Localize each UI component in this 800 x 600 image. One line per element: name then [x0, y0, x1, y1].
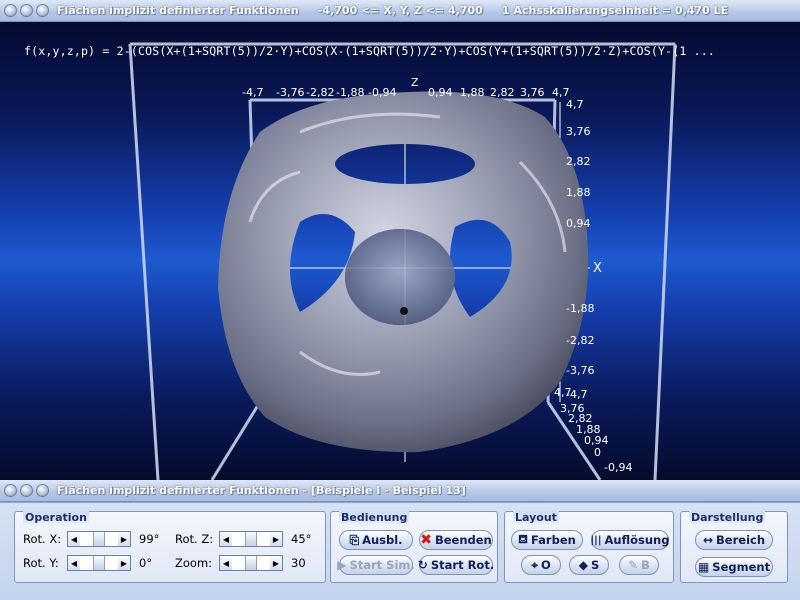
arrow-right-icon[interactable]: ▶	[118, 532, 130, 546]
tick-top-6: 0,94	[428, 86, 453, 99]
window-control-button-2[interactable]	[20, 4, 33, 17]
function-formula: f(x,y,z,p) = 2-(COS(X+(1+SQRT(5))/2·Y)+C…	[24, 44, 715, 58]
arrow-right-icon[interactable]: ▶	[270, 556, 282, 570]
tick-diag-5: 0	[594, 446, 601, 459]
tick-top-8: 2,82	[490, 86, 515, 99]
range-icon: ↔	[702, 533, 714, 547]
panel-control-button-2[interactable]	[20, 484, 33, 497]
pen-icon: ✎	[628, 558, 639, 572]
start-rot-button[interactable]: ↻ Start Rot.	[417, 555, 494, 575]
rotate-icon: ↻	[417, 558, 428, 572]
bereich-button[interactable]: ↔ Bereich	[695, 530, 773, 550]
cube-icon: ◆	[578, 558, 588, 572]
arrow-left-icon[interactable]: ◀	[220, 556, 232, 570]
close-icon: ✖	[420, 532, 432, 548]
tick-top-3: -1,88	[336, 86, 364, 99]
rot-x-value: 99°	[139, 532, 160, 546]
slider-thumb[interactable]	[245, 532, 257, 546]
tick-top-4: -0,94	[368, 86, 396, 99]
tick-top-9: 3,76	[520, 86, 545, 99]
tick-right-1: 3,76	[566, 125, 591, 138]
play-icon: ▶	[337, 558, 347, 572]
tick-top-2: -2,82	[306, 86, 334, 99]
layout-group: Layout ⛾ Farben ||| Auflösung ⌖ O ◆ S ✎ B	[504, 511, 674, 583]
top-title-bar[interactable]: Flächen implizit definierter Funktionen …	[0, 0, 800, 22]
tick-right-5: -1,88	[566, 302, 594, 315]
arrow-right-icon[interactable]: ▶	[270, 532, 282, 546]
o-button[interactable]: ⌖ O	[521, 555, 561, 575]
tick-right-0: 4,7	[566, 98, 584, 111]
rot-z-slider[interactable]: ◀ ▶	[219, 531, 283, 547]
tick-top-7: 1,88	[460, 86, 485, 99]
plot-viewport[interactable]: -4,7 -3,76 -2,82 -1,88 -0,94 0,94 1,88 2…	[0, 22, 800, 480]
rot-y-slider[interactable]: ◀ ▶	[67, 555, 131, 571]
operation-group: Operation Rot. X: ◀ ▶ 99° Rot. Y: ◀ ▶ 0°…	[14, 511, 326, 583]
hide-icon: ⎘	[349, 532, 360, 547]
aufloesung-button[interactable]: ||| Auflösung	[591, 530, 669, 550]
zoom-slider[interactable]: ◀ ▶	[219, 555, 283, 571]
resolution-icon: |||	[590, 534, 602, 546]
rot-x-slider[interactable]: ◀ ▶	[67, 531, 131, 547]
zoom-value: 30	[291, 556, 306, 570]
arrow-left-icon[interactable]: ◀	[68, 532, 80, 546]
slider-thumb[interactable]	[93, 556, 105, 570]
rot-z-value: 45°	[291, 532, 312, 546]
axis-x-label: X	[593, 261, 602, 276]
top-window-title: Flächen implizit definierter Funktionen …	[57, 4, 729, 17]
tick-top-1: -3,76	[276, 86, 304, 99]
rot-x-label: Rot. X:	[23, 532, 62, 546]
arrow-left-icon[interactable]: ◀	[68, 556, 80, 570]
tick-right-4: 0,94	[566, 217, 591, 230]
window-control-button-1[interactable]	[4, 4, 17, 17]
farben-button[interactable]: ⛾ Farben	[511, 530, 583, 550]
tick-right-3: 1,88	[566, 186, 591, 199]
axis-z-label: Z	[411, 76, 419, 89]
bottom-window-title: Flächen implizit definierter Funktionen …	[57, 484, 466, 497]
start-sim-button[interactable]: ▶ Start Sim.	[337, 555, 415, 575]
tick-diag-6: -0,94	[604, 461, 632, 474]
tick-right-7: -3,76	[566, 364, 594, 377]
beenden-button[interactable]: ✖ Beenden	[419, 530, 493, 550]
panel-control-button-3[interactable]	[36, 484, 49, 497]
table-icon: ▦	[697, 560, 710, 574]
window-control-button-3[interactable]	[36, 4, 49, 17]
panel-control-button-1[interactable]	[4, 484, 17, 497]
rot-z-label: Rot. Z:	[175, 532, 214, 546]
rot-y-label: Rot. Y:	[23, 556, 59, 570]
arrow-left-icon[interactable]: ◀	[220, 532, 232, 546]
slider-thumb[interactable]	[93, 532, 105, 546]
control-panel: Operation Rot. X: ◀ ▶ 99° Rot. Y: ◀ ▶ 0°…	[0, 502, 800, 600]
b-button[interactable]: ✎ B	[619, 555, 659, 575]
tick-right-6: -2,82	[566, 334, 594, 347]
segment-button[interactable]: ▦ Segment	[695, 557, 773, 577]
layout-title: Layout	[513, 511, 559, 524]
bottom-title-bar[interactable]: Flächen implizit definierter Funktionen …	[0, 480, 800, 502]
darstellung-title: Darstellung	[689, 511, 766, 524]
plot-canvas: -4,7 -3,76 -2,82 -1,88 -0,94 0,94 1,88 2…	[128, 42, 677, 480]
bedienung-title: Bedienung	[339, 511, 410, 524]
slider-thumb[interactable]	[245, 556, 257, 570]
paint-bucket-icon: ⛾	[518, 532, 528, 546]
zoom-label: Zoom:	[175, 556, 213, 570]
origin-icon: ⌖	[531, 557, 538, 572]
tick-top-0: -4,7	[242, 86, 263, 99]
tick-diag-0: 4,7	[554, 386, 572, 399]
darstellung-group: Darstellung ↔ Bereich ▦ Segment	[680, 511, 788, 583]
arrow-right-icon[interactable]: ▶	[118, 556, 130, 570]
bedienung-group: Bedienung ⎘ Ausbl. ✖ Beenden ▶ Start Sim. ↻…	[330, 511, 498, 583]
operation-title: Operation	[23, 511, 89, 524]
ausbl-button[interactable]: ⎘ Ausbl.	[339, 530, 413, 550]
rot-y-value: 0°	[139, 556, 153, 570]
s-button[interactable]: ◆ S	[569, 555, 609, 575]
tick-right-2: 2,82	[566, 155, 591, 168]
